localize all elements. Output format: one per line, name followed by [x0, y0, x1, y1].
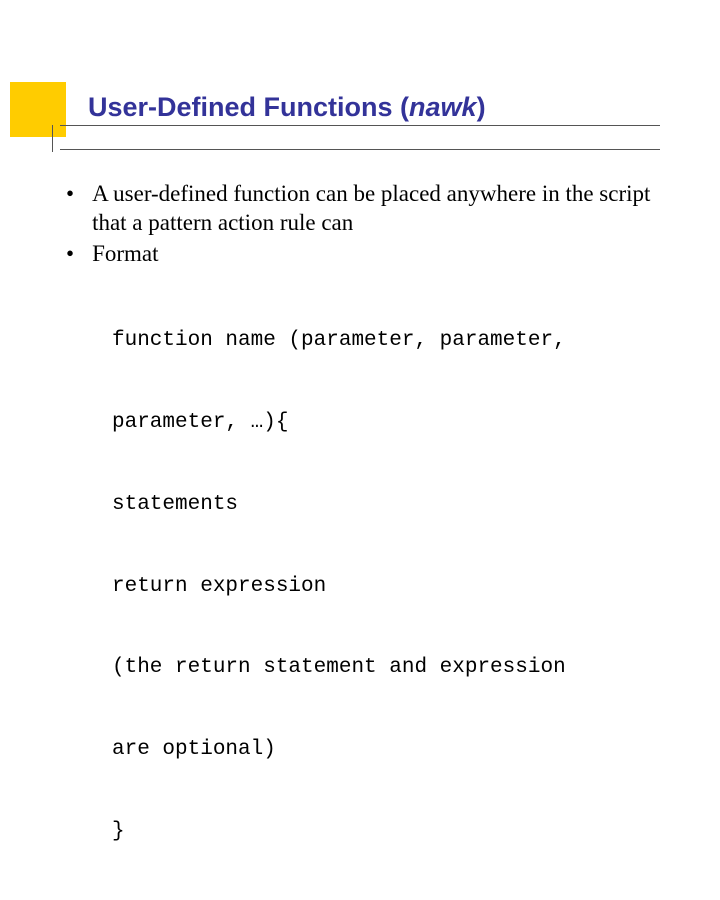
code-line: are optional) — [112, 736, 652, 763]
code-line: statements — [112, 491, 652, 518]
title-prefix: User-Defined Functions ( — [88, 92, 409, 122]
bullet-marker: • — [56, 240, 92, 269]
bullet-text: Format — [92, 240, 666, 269]
code-line: (the return statement and expression — [112, 654, 652, 681]
title-suffix: ) — [477, 92, 486, 122]
title-accent-box — [10, 82, 66, 137]
bullet-marker: • — [56, 180, 92, 238]
code-line: return expression — [112, 573, 652, 600]
slide-title: User-Defined Functions (nawk) — [88, 92, 486, 123]
code-line: parameter, …){ — [112, 409, 652, 436]
bullet-item: • Format — [56, 240, 666, 269]
title-rule-vertical — [52, 125, 53, 152]
code-block: function name (parameter, parameter, par… — [112, 272, 652, 900]
content-area: • A user-defined function can be placed … — [56, 180, 666, 900]
code-line: function name (parameter, parameter, — [112, 327, 652, 354]
bullet-item: • A user-defined function can be placed … — [56, 180, 666, 238]
code-line: } — [112, 818, 652, 845]
title-rule-bottom — [60, 149, 660, 150]
title-rule-top — [60, 125, 660, 126]
bullet-text: A user-defined function can be placed an… — [92, 180, 666, 238]
title-italic: nawk — [409, 92, 477, 122]
